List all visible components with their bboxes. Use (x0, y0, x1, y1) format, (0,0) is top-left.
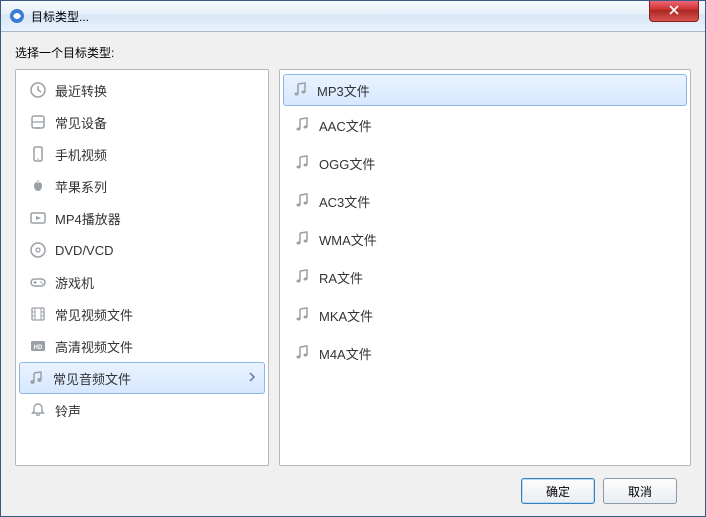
format-label: M4A文件 (319, 344, 372, 363)
format-list[interactable]: MP3文件 AAC文件 OGG文件 AC3文件 WMA文件 RA文件 MKA文件 M4A文件 (279, 69, 691, 466)
apple-icon (29, 177, 47, 195)
note-icon (293, 344, 311, 362)
category-item[interactable]: 游戏机 (19, 266, 265, 298)
format-label: RA文件 (319, 268, 363, 287)
category-label: DVD/VCD (55, 243, 114, 258)
mp4-icon (29, 209, 47, 227)
format-label: AAC文件 (319, 116, 372, 135)
category-item[interactable]: HD 高清视频文件 (19, 330, 265, 362)
film-icon (29, 305, 47, 323)
gamepad-icon (29, 273, 47, 291)
format-label: MKA文件 (319, 306, 373, 325)
title-bar[interactable]: 目标类型... (1, 1, 705, 32)
svg-text:HD: HD (34, 345, 43, 351)
category-item[interactable]: 常见设备 (19, 106, 265, 138)
close-button[interactable] (649, 1, 699, 22)
category-label: 高清视频文件 (55, 337, 133, 356)
category-item[interactable]: 常见音频文件 (19, 362, 265, 394)
cancel-button[interactable]: 取消 (603, 478, 677, 504)
ok-button[interactable]: 确定 (521, 478, 595, 504)
category-label: MP4播放器 (55, 209, 121, 228)
category-label: 常见视频文件 (55, 305, 133, 324)
bell-icon (29, 401, 47, 419)
format-item[interactable]: AAC文件 (283, 106, 687, 144)
category-item[interactable]: 最近转换 (19, 74, 265, 106)
dialog-window: 目标类型... 选择一个目标类型: 最近转换常见设备手机视频苹果系列 MP4播放器… (0, 0, 706, 517)
category-label: 铃声 (55, 401, 81, 420)
format-item[interactable]: RA文件 (283, 258, 687, 296)
app-icon (9, 8, 25, 24)
format-item[interactable]: AC3文件 (283, 182, 687, 220)
format-label: WMA文件 (319, 230, 377, 249)
format-label: MP3文件 (317, 81, 370, 100)
note-icon (293, 268, 311, 286)
window-title: 目标类型... (31, 8, 89, 25)
category-item[interactable]: DVD/VCD (19, 234, 265, 266)
category-label: 常见设备 (55, 113, 107, 132)
category-list[interactable]: 最近转换常见设备手机视频苹果系列 MP4播放器 DVD/VCD 游戏机常见视频文件 HD… (15, 69, 269, 466)
note-icon (293, 154, 311, 172)
format-item[interactable]: M4A文件 (283, 334, 687, 372)
note-icon (291, 81, 309, 99)
category-label: 游戏机 (55, 273, 94, 292)
format-label: OGG文件 (319, 154, 375, 173)
category-item[interactable]: 手机视频 (19, 138, 265, 170)
dialog-footer: 确定 取消 (15, 466, 691, 516)
clock-icon (29, 81, 47, 99)
note-icon (293, 116, 311, 134)
phone-icon (29, 145, 47, 163)
category-item[interactable]: 苹果系列 (19, 170, 265, 202)
music-icon (27, 369, 45, 387)
category-item[interactable]: MP4播放器 (19, 202, 265, 234)
dialog-body: 选择一个目标类型: 最近转换常见设备手机视频苹果系列 MP4播放器 DVD/VCD 游… (1, 32, 705, 516)
format-item[interactable]: OGG文件 (283, 144, 687, 182)
close-icon (669, 4, 679, 18)
panes: 最近转换常见设备手机视频苹果系列 MP4播放器 DVD/VCD 游戏机常见视频文件 HD… (15, 69, 691, 466)
note-icon (293, 192, 311, 210)
format-item[interactable]: WMA文件 (283, 220, 687, 258)
category-item[interactable]: 铃声 (19, 394, 265, 426)
disc-icon (29, 241, 47, 259)
category-label: 常见音频文件 (53, 369, 131, 388)
category-label: 最近转换 (55, 81, 107, 100)
category-item[interactable]: 常见视频文件 (19, 298, 265, 330)
note-icon (293, 306, 311, 324)
format-item[interactable]: MKA文件 (283, 296, 687, 334)
category-label: 手机视频 (55, 145, 107, 164)
category-label: 苹果系列 (55, 177, 107, 196)
format-label: AC3文件 (319, 192, 370, 211)
format-item[interactable]: MP3文件 (283, 74, 687, 106)
note-icon (293, 230, 311, 248)
chevron-right-icon (248, 371, 256, 385)
prompt-label: 选择一个目标类型: (15, 44, 691, 61)
hd-icon: HD (29, 337, 47, 355)
device-icon (29, 113, 47, 131)
